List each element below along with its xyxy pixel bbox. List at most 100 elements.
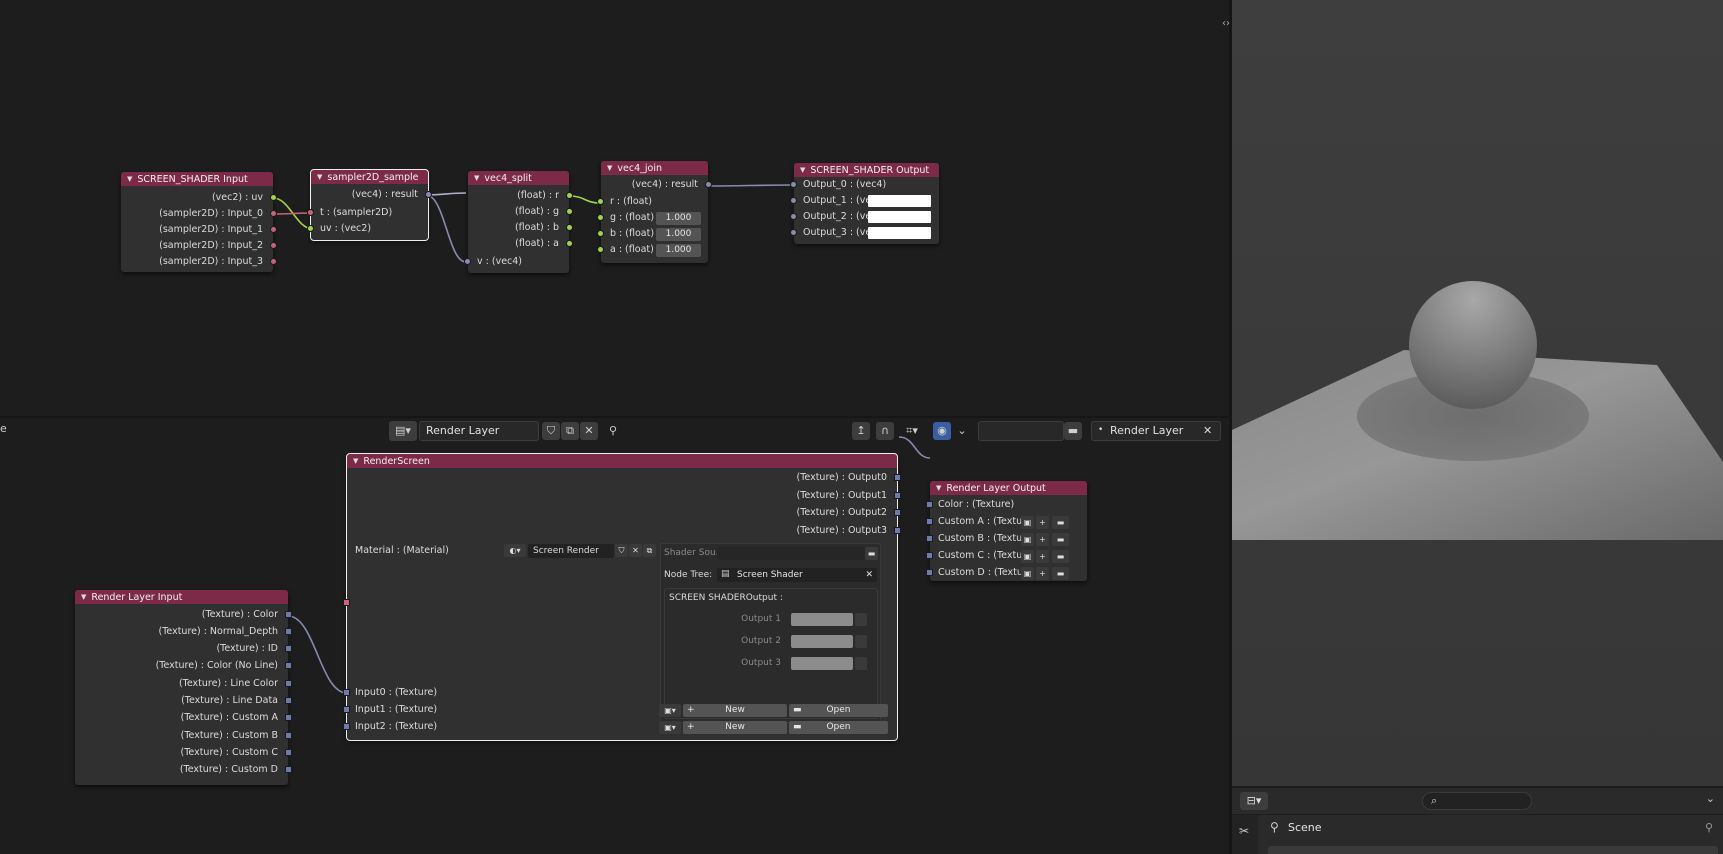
- input-socket[interactable]: [790, 197, 797, 204]
- material-name-field[interactable]: Screen Render: [528, 544, 614, 558]
- input-socket[interactable]: [790, 213, 797, 220]
- input-socket[interactable]: [597, 198, 604, 205]
- folder-icon[interactable]: ▬: [1052, 533, 1069, 546]
- output-color-swatch[interactable]: [791, 613, 853, 626]
- duplicate-icon[interactable]: ⧉: [643, 544, 656, 557]
- output-socket[interactable]: [270, 210, 277, 217]
- output-socket[interactable]: [285, 645, 292, 652]
- pin-icon[interactable]: ⚲: [604, 422, 622, 440]
- input-socket[interactable]: [926, 535, 933, 542]
- folder-icon[interactable]: ▬: [1052, 567, 1069, 580]
- snap-icon[interactable]: ∩: [876, 422, 894, 440]
- chevron-down-icon[interactable]: ▼: [353, 457, 358, 465]
- close-icon[interactable]: ✕: [629, 544, 642, 557]
- output-socket[interactable]: [270, 258, 277, 265]
- plus-icon[interactable]: +: [1036, 550, 1049, 563]
- output-socket[interactable]: [285, 680, 292, 687]
- folder-icon[interactable]: ▬: [1064, 422, 1082, 440]
- chevron-down-icon[interactable]: ▼: [800, 166, 805, 174]
- tool-icon[interactable]: ✂: [1239, 824, 1249, 838]
- render-layer-field[interactable]: Render Layer: [1091, 421, 1221, 441]
- chevron-down-icon[interactable]: ▼: [936, 484, 941, 492]
- output-socket[interactable]: [285, 732, 292, 739]
- image-browse-icon[interactable]: ▣▾: [659, 704, 681, 717]
- node-render-screen[interactable]: ▼ RenderScreen (Texture) : Output0 (Textu…: [343, 453, 901, 741]
- chevron-down-icon[interactable]: ▼: [127, 175, 132, 183]
- input-socket[interactable]: [790, 229, 797, 236]
- input-socket[interactable]: [597, 230, 604, 237]
- open-image-button[interactable]: ▬ Open: [789, 721, 888, 734]
- chevron-down-icon[interactable]: ⌄: [1706, 792, 1715, 805]
- properties-editor[interactable]: ⊟▾ ⌕ ⌄ ✂ ⚲ Scene ⚲: [1232, 788, 1723, 854]
- node-sampler2d-sample[interactable]: ▼ sampler2D_sample (vec4) : result t : (s…: [307, 169, 432, 241]
- output-socket[interactable]: [705, 181, 712, 188]
- color-swatch[interactable]: [868, 195, 931, 207]
- node-tree-name-field[interactable]: Render Layer: [419, 421, 539, 441]
- output-socket[interactable]: [894, 509, 901, 516]
- input-socket[interactable]: [926, 501, 933, 508]
- input-socket[interactable]: [343, 599, 350, 606]
- image-icon[interactable]: ▣: [1021, 533, 1034, 546]
- chevron-down-icon[interactable]: ▼: [474, 174, 479, 182]
- new-image-button[interactable]: + New: [683, 721, 787, 734]
- output-socket[interactable]: [566, 240, 573, 247]
- output-socket[interactable]: [270, 226, 277, 233]
- parent-node-tree-icon[interactable]: ↥: [852, 422, 870, 440]
- plus-icon[interactable]: +: [1036, 567, 1049, 580]
- shader-node-editor[interactable]: ▼ SCREEN_SHADER Input (vec2) : uv (sample…: [0, 0, 1229, 416]
- node-vec4-split[interactable]: ▼ vec4_split (float) : r (float) : g (flo…: [464, 171, 573, 273]
- folder-icon[interactable]: ▬: [865, 547, 878, 560]
- folder-icon[interactable]: ▬: [1052, 516, 1069, 529]
- input-socket[interactable]: [597, 214, 604, 221]
- output-socket[interactable]: [285, 611, 292, 618]
- input-socket[interactable]: [926, 552, 933, 559]
- node-render-layer-output[interactable]: ▼ Render Layer Output Color : (Texture) C…: [926, 481, 1087, 581]
- duplicate-icon[interactable]: ⧉: [561, 422, 579, 440]
- input-socket[interactable]: [307, 209, 314, 216]
- image-icon[interactable]: ▣: [1021, 516, 1034, 529]
- a-value-field[interactable]: 1.000: [656, 244, 701, 257]
- input-socket[interactable]: [926, 518, 933, 525]
- collapse-arrows-icon[interactable]: ‹›: [1222, 18, 1230, 29]
- input-socket[interactable]: [343, 706, 350, 713]
- output-socket[interactable]: [285, 662, 292, 669]
- shader-source-field[interactable]: [717, 547, 865, 560]
- plus-icon[interactable]: +: [1036, 533, 1049, 546]
- output-color-swatch[interactable]: [791, 635, 853, 648]
- b-value-field[interactable]: 1.000: [656, 228, 701, 241]
- pin-icon[interactable]: ⚲: [1705, 821, 1713, 834]
- fake-user-shield-icon[interactable]: ⛉: [615, 544, 628, 557]
- input-socket[interactable]: [464, 258, 471, 265]
- folder-icon[interactable]: ▬: [1052, 550, 1069, 563]
- input-socket[interactable]: [790, 181, 797, 188]
- 3d-viewport[interactable]: [1232, 0, 1723, 786]
- output-socket[interactable]: [894, 527, 901, 534]
- new-image-button[interactable]: + New: [683, 704, 787, 717]
- input-socket[interactable]: [343, 689, 350, 696]
- node-tree-field[interactable]: ▤ Screen Shader ✕: [717, 568, 877, 582]
- output-socket[interactable]: [425, 191, 432, 198]
- image-browse-icon[interactable]: ▣▾: [659, 721, 681, 734]
- output-socket[interactable]: [270, 194, 277, 201]
- search-field[interactable]: [978, 421, 1064, 441]
- render-node-editor[interactable]: e ▤▾ Render Layer ⛉ ⧉ ✕ ⚲ ↥ ∩ ⌗▾ ◉ ⌄ ▬ R…: [0, 418, 1229, 854]
- chevron-down-icon[interactable]: ▼: [607, 164, 612, 172]
- input-socket[interactable]: [597, 246, 604, 253]
- output-toggle[interactable]: [855, 635, 867, 648]
- output-socket[interactable]: [285, 628, 292, 635]
- output-socket[interactable]: [270, 242, 277, 249]
- input-socket[interactable]: [343, 723, 350, 730]
- image-icon[interactable]: ▣: [1021, 567, 1034, 580]
- snap-increment-icon[interactable]: ⌗▾: [898, 422, 926, 440]
- editor-type-button[interactable]: ⊟▾: [1240, 792, 1268, 810]
- close-icon[interactable]: ✕: [580, 422, 598, 440]
- color-swatch[interactable]: [868, 211, 931, 223]
- output-color-swatch[interactable]: [791, 657, 853, 670]
- close-icon[interactable]: ✕: [865, 568, 873, 582]
- chevron-down-icon[interactable]: ⌄: [953, 422, 971, 440]
- input-socket[interactable]: [307, 225, 314, 232]
- overlay-icon[interactable]: ◉: [933, 422, 951, 440]
- image-icon[interactable]: ▣: [1021, 550, 1034, 563]
- output-toggle[interactable]: [855, 657, 867, 670]
- material-browse-icon[interactable]: ◐▾: [504, 544, 526, 557]
